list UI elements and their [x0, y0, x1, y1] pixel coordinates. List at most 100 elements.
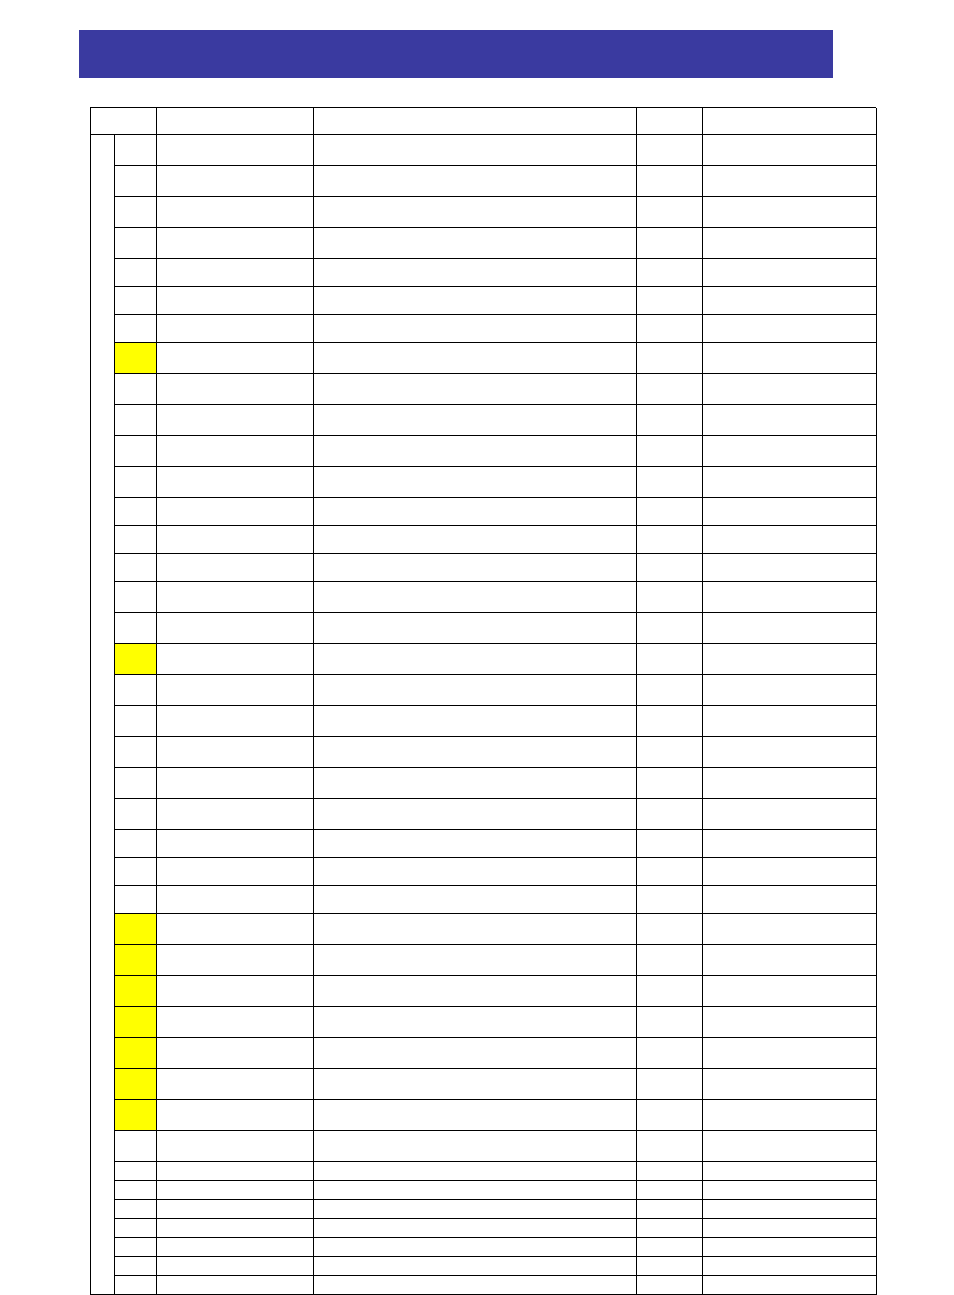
cell-c — [156, 1275, 313, 1294]
cell-c — [156, 1180, 313, 1199]
cell-c — [156, 674, 313, 705]
cell-c — [156, 736, 313, 767]
cell-e — [636, 581, 702, 612]
cell-e — [636, 944, 702, 975]
cell-d — [313, 525, 636, 553]
cell-index — [114, 134, 156, 165]
cell-c — [156, 1099, 313, 1130]
cell-gutter — [91, 286, 114, 314]
cell-e — [636, 525, 702, 553]
cell-c — [156, 612, 313, 643]
cell-e — [636, 1037, 702, 1068]
table-row — [91, 286, 876, 314]
table-row — [91, 1161, 876, 1180]
cell-d — [313, 404, 636, 435]
table-row — [91, 674, 876, 705]
cell-c — [156, 466, 313, 497]
cell-e — [636, 286, 702, 314]
cell-gutter — [91, 227, 114, 258]
cell-index — [114, 525, 156, 553]
cell-f — [702, 1237, 876, 1256]
cell-e — [636, 466, 702, 497]
cell-d — [313, 314, 636, 342]
cell-d — [313, 581, 636, 612]
cell-d — [313, 767, 636, 798]
cell-d — [313, 497, 636, 525]
cell-e — [636, 373, 702, 404]
cell-gutter — [91, 553, 114, 581]
cell-c — [156, 1218, 313, 1237]
cell-index — [114, 1275, 156, 1294]
cell-f — [702, 1161, 876, 1180]
cell-gutter — [91, 674, 114, 705]
cell-c — [156, 258, 313, 286]
table-row — [91, 466, 876, 497]
cell-f — [702, 1099, 876, 1130]
cell-gutter — [91, 1237, 114, 1256]
cell-gutter — [91, 497, 114, 525]
cell-index — [114, 1218, 156, 1237]
table-row — [91, 497, 876, 525]
cell-index — [114, 798, 156, 829]
cell-c — [156, 314, 313, 342]
header-cell-d — [313, 108, 636, 134]
cell-c — [156, 829, 313, 857]
cell-f — [702, 581, 876, 612]
cell-e — [636, 885, 702, 913]
cell-index — [114, 643, 156, 674]
cell-f — [702, 674, 876, 705]
cell-c — [156, 525, 313, 553]
table-row — [91, 857, 876, 885]
cell-e — [636, 674, 702, 705]
table-row — [91, 1068, 876, 1099]
cell-d — [313, 829, 636, 857]
header-cell-f — [702, 108, 876, 134]
page — [0, 0, 954, 1235]
cell-gutter — [91, 1006, 114, 1037]
cell-index — [114, 497, 156, 525]
cell-c — [156, 885, 313, 913]
table-row — [91, 798, 876, 829]
cell-c — [156, 373, 313, 404]
cell-d — [313, 612, 636, 643]
cell-index — [114, 165, 156, 196]
cell-d — [313, 1099, 636, 1130]
cell-f — [702, 525, 876, 553]
cell-c — [156, 553, 313, 581]
cell-e — [636, 1199, 702, 1218]
cell-e — [636, 1237, 702, 1256]
cell-d — [313, 705, 636, 736]
cell-d — [313, 1037, 636, 1068]
table-row — [91, 342, 876, 373]
cell-f — [702, 466, 876, 497]
cell-c — [156, 944, 313, 975]
cell-d — [313, 1275, 636, 1294]
cell-e — [636, 829, 702, 857]
cell-index — [114, 1006, 156, 1037]
cell-gutter — [91, 885, 114, 913]
cell-c — [156, 643, 313, 674]
cell-e — [636, 767, 702, 798]
cell-gutter — [91, 165, 114, 196]
cell-f — [702, 1006, 876, 1037]
cell-c — [156, 1199, 313, 1218]
cell-f — [702, 767, 876, 798]
table-row — [91, 736, 876, 767]
cell-gutter — [91, 1037, 114, 1068]
cell-d — [313, 553, 636, 581]
table-row — [91, 1037, 876, 1068]
cell-d — [313, 975, 636, 1006]
cell-f — [702, 643, 876, 674]
table-row — [91, 612, 876, 643]
cell-f — [702, 1218, 876, 1237]
cell-c — [156, 165, 313, 196]
cell-index — [114, 857, 156, 885]
cell-gutter — [91, 258, 114, 286]
cell-d — [313, 134, 636, 165]
cell-gutter — [91, 643, 114, 674]
cell-index — [114, 705, 156, 736]
table-row — [91, 435, 876, 466]
cell-e — [636, 1161, 702, 1180]
cell-c — [156, 1068, 313, 1099]
cell-c — [156, 1256, 313, 1275]
